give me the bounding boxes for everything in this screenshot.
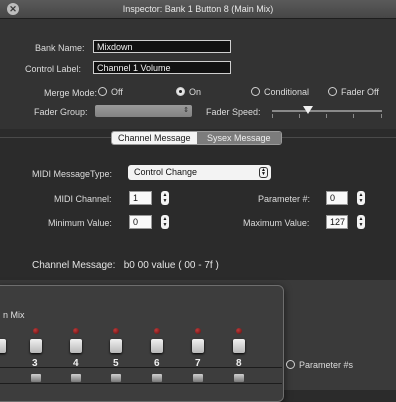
channel-message-readout: Channel Message: b0 00 value ( 00 - 7f ) (32, 260, 219, 271)
tab-sysex-message[interactable]: Sysex Message (196, 132, 281, 144)
strip-fader-7[interactable] (193, 374, 203, 382)
strip-button-8[interactable] (233, 339, 245, 353)
slider-tick (353, 114, 354, 118)
fader-group-select[interactable]: ⇕ (95, 105, 192, 117)
panel-title: n Mix (3, 310, 25, 320)
strip-fader-4[interactable] (71, 374, 81, 382)
merge-fader-off-radio[interactable]: Fader Off (328, 87, 379, 97)
channel-message-label: Channel Message: (32, 260, 116, 271)
merge-off-radio[interactable]: Off (98, 87, 123, 97)
strip-number-4: 4 (73, 358, 79, 369)
midi-message-type-select[interactable]: Control Change ▲ ▼ (128, 165, 271, 180)
merge-conditional-radio[interactable]: Conditional (251, 87, 309, 97)
slider-tick (326, 114, 327, 118)
tab-channel-message[interactable]: Channel Message (112, 132, 197, 144)
minimum-value-label: Minimum Value: (48, 218, 112, 228)
midi-message-type-value: Control Change (134, 167, 198, 177)
radio-icon (98, 87, 107, 96)
midi-channel-field[interactable]: 1 (129, 191, 152, 205)
strip-fader-8[interactable] (234, 374, 244, 382)
led-indicator (195, 328, 201, 334)
merge-fader-off-label: Fader Off (341, 87, 379, 97)
radio-selected-icon (176, 87, 185, 96)
maximum-value-stepper[interactable]: ▲ ▼ (357, 215, 365, 229)
control-label-label: Control Label: (25, 64, 82, 74)
slider-tick (299, 114, 300, 118)
strip-divider (0, 383, 282, 384)
bank-name-label: Bank Name: (35, 43, 85, 53)
strip-fader-6[interactable] (152, 374, 162, 382)
strip-fader-5[interactable] (111, 374, 121, 382)
radio-icon (251, 87, 260, 96)
merge-conditional-label: Conditional (264, 87, 310, 97)
bank-name-field[interactable]: Mixdown (93, 40, 231, 53)
merge-on-radio[interactable]: On (176, 87, 201, 97)
merge-mode-label: Merge Mode: (44, 88, 98, 98)
maximum-value-field[interactable]: 127 (326, 215, 348, 229)
radio-icon (286, 360, 295, 369)
control-label-field[interactable]: Channel 1 Volume (93, 61, 231, 74)
strip-button-6[interactable] (151, 339, 163, 353)
fader-speed-slider[interactable] (272, 110, 382, 112)
led-indicator (236, 328, 242, 334)
parameter-numbers-radio[interactable]: Parameter #s (286, 360, 353, 370)
strip-button[interactable] (0, 339, 6, 353)
fader-speed-label: Fader Speed: (206, 107, 261, 117)
led-indicator (113, 328, 119, 334)
strip-number-7: 7 (195, 358, 201, 369)
strip-button-4[interactable] (70, 339, 82, 353)
strip-button-5[interactable] (110, 339, 122, 353)
merge-off-label: Off (111, 87, 123, 97)
strip-button-3[interactable] (30, 339, 42, 353)
message-tabs: Channel Message Sysex Message (111, 131, 282, 145)
strip-number-3: 3 (32, 358, 38, 369)
midi-message-type-label: MIDI MessageType: (32, 169, 113, 179)
strip-fader-3[interactable] (31, 374, 41, 382)
window-title: Inspector: Bank 1 Button 8 (Main Mix) (122, 4, 274, 14)
midi-channel-stepper[interactable]: ▲ ▼ (161, 191, 169, 205)
strip-number-5: 5 (113, 358, 119, 369)
merge-on-label: On (189, 87, 202, 97)
led-indicator (73, 328, 79, 334)
parameter-numbers-label: Parameter #s (299, 360, 354, 370)
led-indicator (33, 328, 39, 334)
title-bar: ✕ Inspector: Bank 1 Button 8 (Main Mix) (0, 0, 396, 19)
slider-tick (272, 114, 273, 118)
fader-group-label: Fader Group: (34, 107, 88, 117)
fader-speed-slider-knob[interactable] (303, 106, 314, 114)
radio-icon (328, 87, 337, 96)
strip-number-8: 8 (236, 358, 242, 369)
parameter-stepper[interactable]: ▲ ▼ (357, 191, 365, 205)
mixer-strip: 3 4 5 6 7 8 (0, 325, 282, 390)
midi-channel-label: MIDI Channel: (54, 194, 112, 204)
strip-button-7[interactable] (192, 339, 204, 353)
channel-message-value: b0 00 value ( 00 - 7f ) (123, 260, 219, 271)
chevron-updown-icon: ⇕ (183, 107, 189, 114)
maximum-value-label: Maximum Value: (243, 218, 310, 228)
strip-number-6: 6 (154, 358, 160, 369)
led-indicator (154, 328, 160, 334)
parameter-label: Parameter #: (258, 194, 311, 204)
slider-tick (381, 114, 382, 118)
minimum-value-stepper[interactable]: ▲ ▼ (161, 215, 169, 229)
minimum-value-field[interactable]: 0 (129, 215, 152, 229)
parameter-field[interactable]: 0 (326, 191, 348, 205)
chevron-updown-icon: ▲ ▼ (259, 167, 268, 178)
